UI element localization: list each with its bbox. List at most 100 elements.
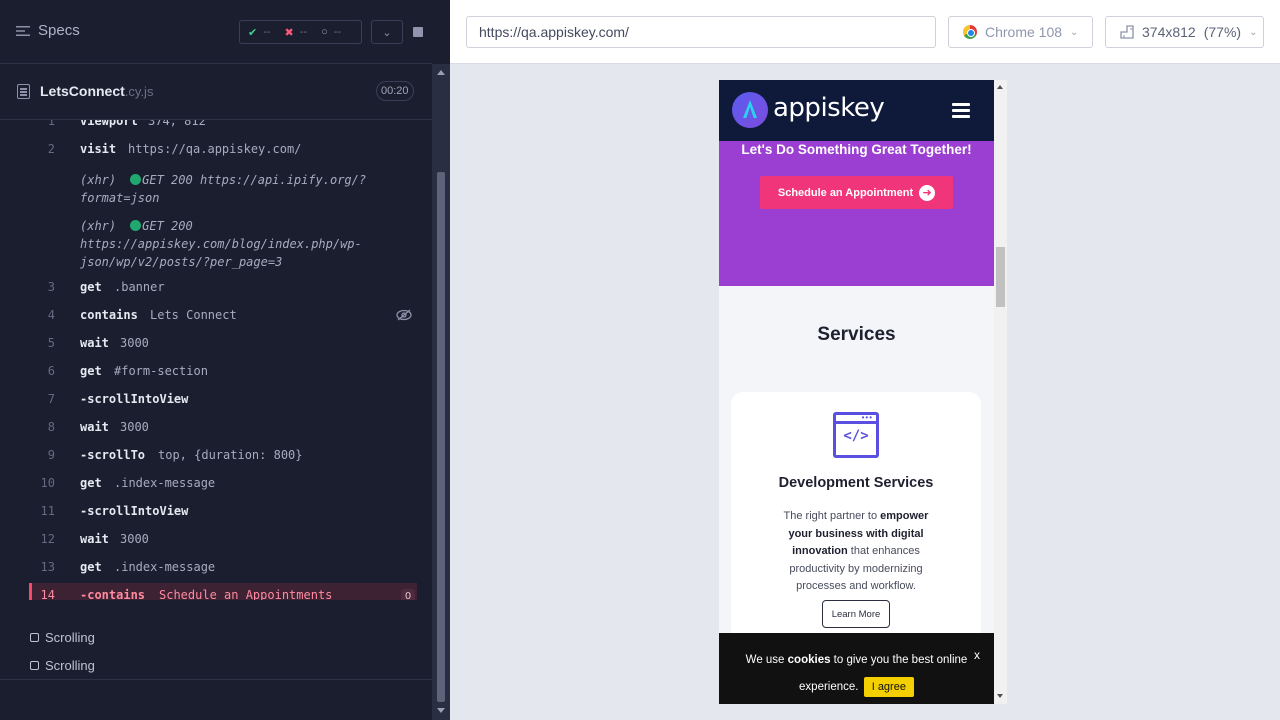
desc-text: The right partner to	[783, 510, 881, 522]
pending-spinner-icon: ○	[321, 26, 328, 38]
stop-icon	[412, 27, 423, 37]
browser-toolbar: Chrome 108 ⌄ 374x812 (77%) ⌄	[450, 0, 1280, 64]
command-name: get	[80, 280, 102, 294]
command-name: get	[80, 560, 102, 574]
app-scrollbar[interactable]	[994, 80, 1007, 704]
cookie-message: We use cookies to give you the best onli…	[719, 647, 994, 701]
site-header: appiskey	[719, 80, 994, 141]
services-title: Services	[817, 324, 896, 345]
command-name: -scrollIntoView	[80, 392, 189, 406]
browser-name: Chrome 108	[985, 24, 1063, 40]
command-name: wait	[80, 532, 109, 546]
command-message: .banner	[114, 280, 165, 294]
command-name: visit	[80, 142, 117, 156]
arrow-right-icon: ➜	[919, 184, 936, 201]
url-field[interactable]	[466, 16, 936, 48]
hamburger-menu-icon[interactable]	[952, 103, 970, 119]
command-message: 374, 812	[148, 120, 206, 128]
command-name: wait	[80, 336, 109, 350]
command-name: wait	[80, 420, 109, 434]
command-message: 3000	[120, 420, 149, 434]
viewport-selector[interactable]: 374x812 (77%) ⌄	[1105, 16, 1264, 48]
xhr-url-cont: format=json	[80, 191, 160, 205]
test-item[interactable]: Scrolling	[30, 658, 95, 673]
command-number: 5	[47, 336, 55, 350]
command-message: 3000	[120, 336, 149, 350]
command-name: -scrollTo	[80, 448, 146, 462]
chevron-down-icon: ⌄	[1249, 26, 1258, 38]
auto-scroll-button[interactable]: ⌄	[371, 20, 403, 44]
xhr-log-row[interactable]: (xhr) GET 200 https://api.ipify.org/? for…	[80, 171, 380, 207]
scroll-down-arrow-icon[interactable]	[997, 694, 1003, 698]
code-window-icon: ••• </>	[833, 412, 879, 458]
runner-header: Specs ✔ -- ✖ -- ○ -- ⌄	[0, 0, 432, 64]
site-logo-text[interactable]: appiskey	[773, 93, 885, 123]
cookie-close-button[interactable]: x	[974, 648, 980, 662]
command-number: 8	[47, 420, 55, 434]
command-message: #form-section	[114, 364, 208, 378]
viewport-zoom: (77%)	[1203, 24, 1242, 40]
eye-slash-icon[interactable]	[396, 309, 412, 321]
pending-count: --	[333, 26, 342, 38]
xhr-type: (xhr)	[80, 219, 117, 233]
chevron-down-icon: ⌄	[382, 26, 392, 39]
app-under-test-frame: appiskey Let's Do Something Great Togeth…	[719, 80, 1007, 704]
command-number: 4	[47, 308, 55, 322]
command-number: 11	[40, 504, 55, 518]
specs-button[interactable]: Specs	[16, 22, 80, 39]
cookie-text: We use	[745, 654, 788, 666]
test-label: Scrolling	[45, 658, 95, 673]
appiskey-logo-icon[interactable]	[732, 92, 768, 128]
schedule-appointment-button[interactable]: Schedule an Appointment ➜	[760, 176, 953, 209]
xhr-status: GET 200	[142, 173, 193, 187]
command-log-scrollbar[interactable]	[432, 64, 450, 720]
spec-file-name[interactable]: LetsConnect.cy.js	[40, 83, 153, 99]
scroll-up-arrow-icon[interactable]	[437, 70, 445, 75]
hero-heading: Let's Do Something Great Together!	[741, 142, 972, 157]
command-number: 6	[47, 364, 55, 378]
scroll-down-arrow-icon[interactable]	[437, 708, 445, 713]
command-number: 13	[40, 560, 55, 574]
command-number: 12	[40, 532, 55, 546]
scroll-up-arrow-icon[interactable]	[997, 85, 1003, 89]
ruler-icon	[1120, 25, 1134, 39]
divider	[0, 679, 432, 680]
command-name: get	[80, 364, 102, 378]
spec-file-header: LetsConnect.cy.js 00:20	[0, 64, 432, 120]
command-message: 3000	[120, 532, 149, 546]
xhr-url-cont: json/wp/v2/posts/?per_page=3	[80, 255, 283, 269]
command-message: .index-message	[114, 560, 216, 574]
status-dot-icon	[130, 220, 142, 231]
failed-command-row[interactable]: 14 -contains Schedule an Appointments 0	[29, 583, 417, 600]
spec-ext-text: .cy.js	[124, 84, 154, 99]
scrollbar-thumb[interactable]	[996, 247, 1005, 307]
command-number: 9	[47, 448, 55, 462]
command-log-panel: Specs ✔ -- ✖ -- ○ -- ⌄ LetsConnect.cy.js…	[0, 0, 450, 720]
command-number: 7	[47, 392, 55, 406]
learn-more-button[interactable]: Learn More	[822, 600, 890, 628]
hero-banner: Let's Do Something Great Together! Sched…	[719, 141, 994, 286]
command-message: Schedule an Appointments	[159, 588, 333, 600]
element-count-badge: 0	[401, 589, 415, 600]
test-status-icon	[30, 661, 39, 670]
browser-selector[interactable]: Chrome 108 ⌄	[948, 16, 1093, 48]
command-number: 2	[47, 142, 55, 156]
stop-button[interactable]	[403, 20, 432, 44]
test-label: Scrolling	[45, 630, 95, 645]
command-list: 1 viewport 374, 812 2 visit https://qa.a…	[0, 120, 432, 600]
service-description: The right partner to empower your busine…	[771, 508, 941, 596]
chevron-down-icon: ⌄	[1070, 26, 1079, 38]
xhr-type: (xhr)	[80, 173, 117, 187]
xhr-url: https://appiskey.com/blog/index.php/wp-	[80, 237, 362, 251]
xhr-log-row[interactable]: (xhr) GET 200 https://appiskey.com/blog/i…	[80, 217, 380, 271]
file-icon	[17, 84, 30, 99]
scrollbar-thumb[interactable]	[437, 172, 445, 702]
passed-count: --	[263, 26, 271, 38]
passed-check-icon: ✔	[248, 26, 258, 39]
cookie-text-bold[interactable]: cookies	[788, 654, 831, 666]
command-name: viewport	[80, 120, 138, 128]
cookie-agree-button[interactable]: I agree	[863, 677, 914, 697]
service-card: ••• </> Development Services The right p…	[731, 392, 981, 652]
test-item[interactable]: Scrolling	[30, 630, 95, 645]
command-message: https://qa.appiskey.com/	[128, 142, 302, 156]
